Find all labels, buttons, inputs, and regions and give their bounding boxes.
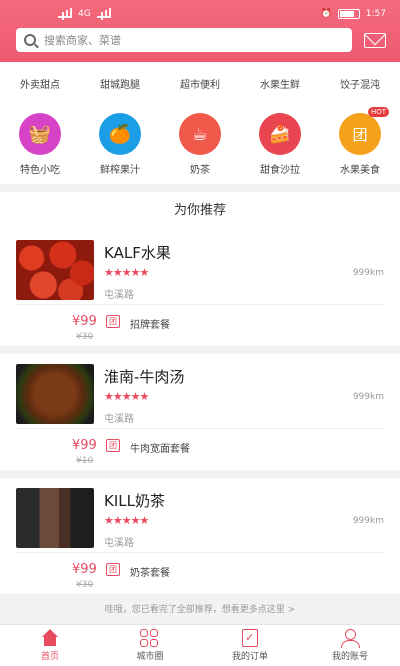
item-price: ¥99 xyxy=(72,438,97,453)
group-buy-icon: 团 xyxy=(106,563,120,576)
rating-stars: ★★★★★ xyxy=(104,390,149,403)
tab-label: 我的账号 xyxy=(331,652,368,662)
network-label: 4G xyxy=(78,9,91,19)
header: 4G ⏰ 1:57 搜索商家、菜谱 xyxy=(0,0,400,62)
load-more-link[interactable]: 哇哦，您已看完了全部推荐，想看更多点这里 > xyxy=(0,598,400,622)
basket-icon: 🧺 xyxy=(19,113,61,155)
rating-stars: ★★★★★ xyxy=(104,514,149,527)
order-icon xyxy=(242,629,258,647)
item-distance: 999km xyxy=(352,268,384,278)
coffee-icon: ☕ xyxy=(179,113,221,155)
rating-stars: ★★★★★ xyxy=(104,266,149,279)
tab-orders[interactable]: 我的订单 xyxy=(200,625,300,666)
list-item[interactable]: KALF水果 ★★★★★ 999km 屯溪路 ¥99 ¥30 团 招牌套餐 xyxy=(0,230,400,346)
category-item[interactable]: 外卖甜点 xyxy=(20,76,60,91)
group-buy-icon: 团 xyxy=(106,439,120,452)
tab-label: 首页 xyxy=(40,652,59,662)
item-area: 屯溪路 xyxy=(104,290,134,301)
divider xyxy=(16,552,384,553)
category-item[interactable]: 水果生鲜 xyxy=(260,76,300,91)
tuan-icon: 团 HOT xyxy=(339,107,389,155)
hot-badge: HOT xyxy=(367,107,389,117)
user-icon xyxy=(340,629,360,648)
search-icon xyxy=(24,34,36,46)
divider xyxy=(16,428,384,429)
category-item[interactable]: 饺子混沌 xyxy=(340,76,380,91)
signal-icon xyxy=(58,8,72,18)
tab-label: 我的订单 xyxy=(231,652,268,662)
tab-account[interactable]: 我的账号 xyxy=(300,625,400,666)
home-icon xyxy=(40,629,60,647)
tab-home[interactable]: 首页 xyxy=(0,625,100,666)
deal-name[interactable]: 招牌套餐 xyxy=(130,316,170,331)
orange-icon: 🍊 xyxy=(99,113,141,155)
item-name: 淮南-牛肉汤 xyxy=(104,368,185,386)
signal-icon-2 xyxy=(96,8,111,18)
tab-label: 城市圈 xyxy=(136,652,164,662)
clock: 1:57 xyxy=(365,9,386,19)
list-item[interactable]: KILL奶茶 ★★★★★ 999km 屯溪路 ¥99 ¥30 团 奶茶套餐 xyxy=(0,478,400,594)
category-label: 甜食沙拉 xyxy=(260,165,300,176)
section-title: 为你推荐 xyxy=(0,192,400,230)
category-item[interactable]: 甜城跑腿 xyxy=(100,76,140,91)
alarm-icon: ⏰ xyxy=(320,9,332,19)
item-distance: 999km xyxy=(352,516,384,526)
item-price: ¥99 xyxy=(72,562,97,577)
mail-icon[interactable] xyxy=(364,32,386,48)
category-fruit-food[interactable]: 团 HOT 水果美食 xyxy=(328,107,392,176)
divider xyxy=(16,304,384,305)
list-item[interactable]: 淮南-牛肉汤 ★★★★★ 999km 屯溪路 ¥99 ¥10 团 牛肉宽面套餐 xyxy=(0,354,400,470)
category-juice[interactable]: 🍊 鲜榨果汁 xyxy=(88,113,152,176)
category-label: 水果美食 xyxy=(340,165,380,176)
category-label: 特色小吃 xyxy=(20,165,60,176)
cake-icon: 🍰 xyxy=(259,113,301,155)
search-input[interactable]: 搜索商家、菜谱 xyxy=(16,28,352,52)
item-image xyxy=(16,488,94,548)
item-image xyxy=(16,364,94,424)
item-name: KALF水果 xyxy=(104,244,171,262)
tuan-glyph: 团 xyxy=(352,125,368,144)
search-placeholder: 搜索商家、菜谱 xyxy=(44,34,121,47)
deal-name[interactable]: 奶茶套餐 xyxy=(130,564,170,579)
category-dessert[interactable]: 🍰 甜食沙拉 xyxy=(248,113,312,176)
battery-icon xyxy=(337,9,360,19)
item-name: KILL奶茶 xyxy=(104,492,165,510)
tab-bar: 首页 城市圈 我的订单 我的账号 xyxy=(0,624,400,666)
item-old-price: ¥30 xyxy=(76,580,94,590)
tab-city[interactable]: 城市圈 xyxy=(100,625,200,666)
item-area: 屯溪路 xyxy=(104,414,134,425)
item-old-price: ¥30 xyxy=(76,332,94,342)
item-distance: 999km xyxy=(352,392,384,402)
grid-icon xyxy=(140,629,160,647)
item-price: ¥99 xyxy=(72,314,97,329)
category-item[interactable]: 超市便利 xyxy=(180,76,220,91)
item-image xyxy=(16,240,94,300)
category-grid: 外卖甜点 甜城跑腿 超市便利 水果生鲜 饺子混沌 🧺 特色小吃 🍊 鲜榨果汁 ☕… xyxy=(0,62,400,184)
category-label: 奶茶 xyxy=(190,165,210,176)
item-old-price: ¥10 xyxy=(76,456,94,466)
category-milktea[interactable]: ☕ 奶茶 xyxy=(168,113,232,176)
group-buy-icon: 团 xyxy=(106,315,120,328)
status-bar: 4G ⏰ 1:57 xyxy=(0,0,400,28)
deal-name[interactable]: 牛肉宽面套餐 xyxy=(130,440,190,455)
category-label: 鲜榨果汁 xyxy=(100,165,140,176)
item-area: 屯溪路 xyxy=(104,538,134,549)
category-snacks[interactable]: 🧺 特色小吃 xyxy=(8,113,72,176)
